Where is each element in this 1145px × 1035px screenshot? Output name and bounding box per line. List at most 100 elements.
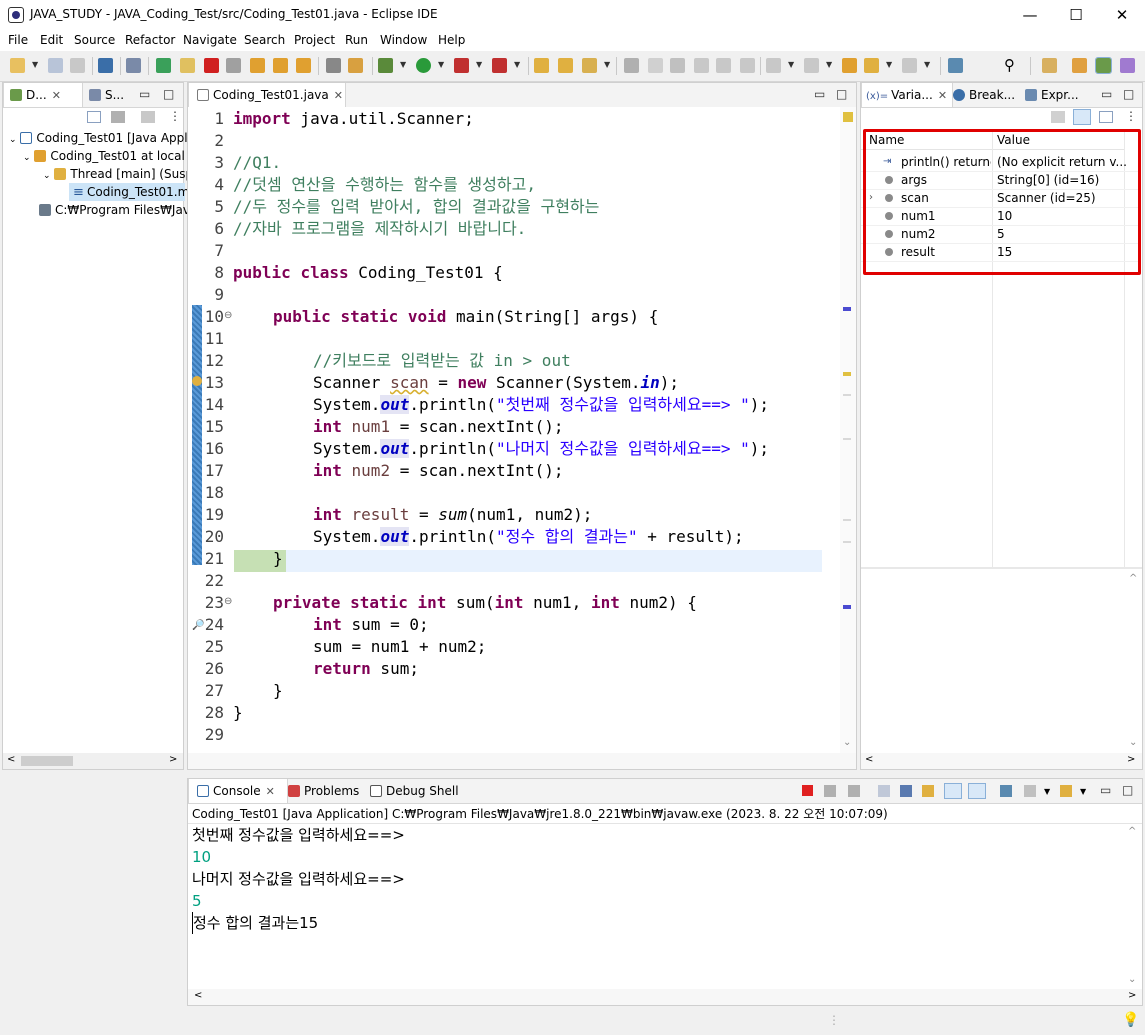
step-over-icon[interactable] [273,58,288,73]
git-perspective-icon[interactable] [1120,58,1135,73]
close-button[interactable]: ✕ [1099,0,1145,31]
show-on-stderr-icon[interactable] [968,783,986,799]
menu-run[interactable]: Run [345,33,368,47]
step-into-icon[interactable] [250,58,265,73]
search-icon[interactable]: ⚲ [1004,58,1019,73]
show-type-names-icon[interactable] [1051,111,1065,123]
maximize-view-icon[interactable]: □ [1122,783,1133,797]
last-edit-icon[interactable] [842,58,857,73]
new-java-project-icon[interactable] [534,58,549,73]
variables-scrollbar[interactable]: < > [861,753,1142,769]
collapse-all-icon[interactable] [87,111,101,123]
tab-coding-test01-java[interactable]: Coding_Test01.java ✕ [188,83,346,107]
clear-console-icon[interactable] [878,785,890,797]
tab-console[interactable]: Console ✕ [188,779,288,803]
show-whitespace-icon[interactable] [716,58,731,73]
tab-debug[interactable]: D... ✕ [3,83,83,107]
disconnect-icon[interactable] [226,58,241,73]
use-step-filters-icon[interactable] [326,58,341,73]
remove-terminated-icon[interactable] [111,111,125,123]
terminate-icon[interactable] [204,58,219,73]
view-menu-icon[interactable]: ⋮ [1125,109,1137,123]
tab-variables[interactable]: (x)= Varia... ✕ [861,83,953,107]
tab-debug-shell[interactable]: Debug Shell [366,779,462,803]
menu-navigate[interactable]: Navigate [183,33,237,47]
block-selection-icon[interactable] [694,58,709,73]
tip-lightbulb-icon[interactable]: 💡 [1122,1012,1139,1028]
close-icon[interactable]: ✕ [938,89,947,102]
pen-icon[interactable] [648,58,663,73]
minimize-button[interactable]: — [1007,0,1053,31]
minimize-view-icon[interactable]: ▭ [1100,783,1111,797]
java-perspective-icon[interactable] [1072,58,1087,73]
drop-to-frame-icon[interactable] [348,58,363,73]
menu-search[interactable]: Search [244,33,285,47]
menu-refactor[interactable]: Refactor [125,33,175,47]
coverage-icon[interactable] [454,58,469,73]
menu-help[interactable]: Help [438,33,465,47]
close-icon[interactable]: ✕ [52,89,61,102]
menu-project[interactable]: Project [294,33,335,47]
collapse-all-icon[interactable] [1099,111,1113,123]
code-area[interactable]: 🔎 ⊖ ⊖ 1 2 3 4 5 6 7 8 9 10 11 12 13 14 1… [188,107,856,753]
maximize-button[interactable]: ☐ [1053,0,1099,31]
paragraph-icon[interactable] [740,58,755,73]
tree-item-thread[interactable]: ⌄ Thread [main] (Susp [43,165,193,183]
tab-problems[interactable]: Problems [284,779,368,803]
new-icon[interactable] [10,58,25,73]
menu-window[interactable]: Window [380,33,427,47]
step-return-icon[interactable] [296,58,311,73]
overview-ruler[interactable]: ⌄ [840,107,856,753]
terminal-icon[interactable] [98,58,113,73]
open-console-icon[interactable] [1060,785,1072,797]
console-scrollbar[interactable]: < > [188,989,1142,1005]
remove-all-icon[interactable] [848,785,860,797]
minimize-view-icon[interactable]: ▭ [1101,87,1112,101]
back-icon[interactable] [864,58,879,73]
display-console-icon[interactable] [1024,785,1036,797]
open-perspective-icon[interactable] [1042,58,1057,73]
menu-file[interactable]: File [8,33,28,47]
word-wrap-icon[interactable] [922,785,934,797]
previous-annotation-icon[interactable] [804,58,819,73]
debug-icon[interactable] [378,58,393,73]
debug-perspective-icon[interactable] [1095,57,1112,74]
show-on-stdout-icon[interactable] [944,783,962,799]
wand-icon[interactable] [582,58,597,73]
console-output[interactable]: 첫번째 정수값을 입력하세요==> 10 나머지 정수값을 입력하세요==> 5… [188,823,1142,990]
horizontal-scrollbar[interactable]: < > [3,753,183,769]
close-icon[interactable]: ✕ [334,89,343,102]
scroll-lock-icon[interactable] [900,785,912,797]
tree-item-launch[interactable]: ⌄ Coding_Test01 [Java Appl [9,129,188,147]
detail-pane[interactable]: ^ ⌄ [861,569,1142,753]
view-menu-icon[interactable]: ⋮ [169,109,181,123]
suspend-icon[interactable] [180,58,195,73]
save-all-icon[interactable] [70,58,85,73]
fold-icon[interactable]: ⊖ [224,310,232,321]
mark-occurrences-icon[interactable] [670,58,685,73]
link-icon[interactable] [141,111,155,123]
menu-edit[interactable]: Edit [40,33,63,47]
tree-item-vm[interactable]: ⌄ Coding_Test01 at local [23,147,185,165]
terminate-icon[interactable] [802,785,813,796]
resume-icon[interactable] [156,58,171,73]
pin-console-icon[interactable] [1000,785,1012,797]
menu-source[interactable]: Source [74,33,115,47]
remove-launch-icon[interactable] [824,785,836,797]
show-logical-structure-icon[interactable] [1073,109,1091,125]
close-icon[interactable]: ✕ [266,785,275,798]
next-annotation-icon[interactable] [766,58,781,73]
run-icon[interactable] [416,58,431,73]
tab-breakpoints[interactable]: Break... [949,83,1025,107]
external-tools-icon[interactable] [492,58,507,73]
forward-icon[interactable] [902,58,917,73]
maximize-view-icon[interactable]: □ [836,87,847,101]
minimize-view-icon[interactable]: ▭ [814,87,825,101]
editor-horizontal-scrollbar[interactable] [188,753,856,769]
save-icon[interactable] [48,58,63,73]
fold-icon[interactable]: ⊖ [224,596,232,607]
minimize-view-icon[interactable]: ▭ [139,87,150,101]
tab-expressions[interactable]: Expr... [1021,83,1095,107]
skip-breakpoints-icon[interactable] [126,58,141,73]
tree-item-stack-frame[interactable]: ≡ Coding_Test01.m [69,183,189,201]
